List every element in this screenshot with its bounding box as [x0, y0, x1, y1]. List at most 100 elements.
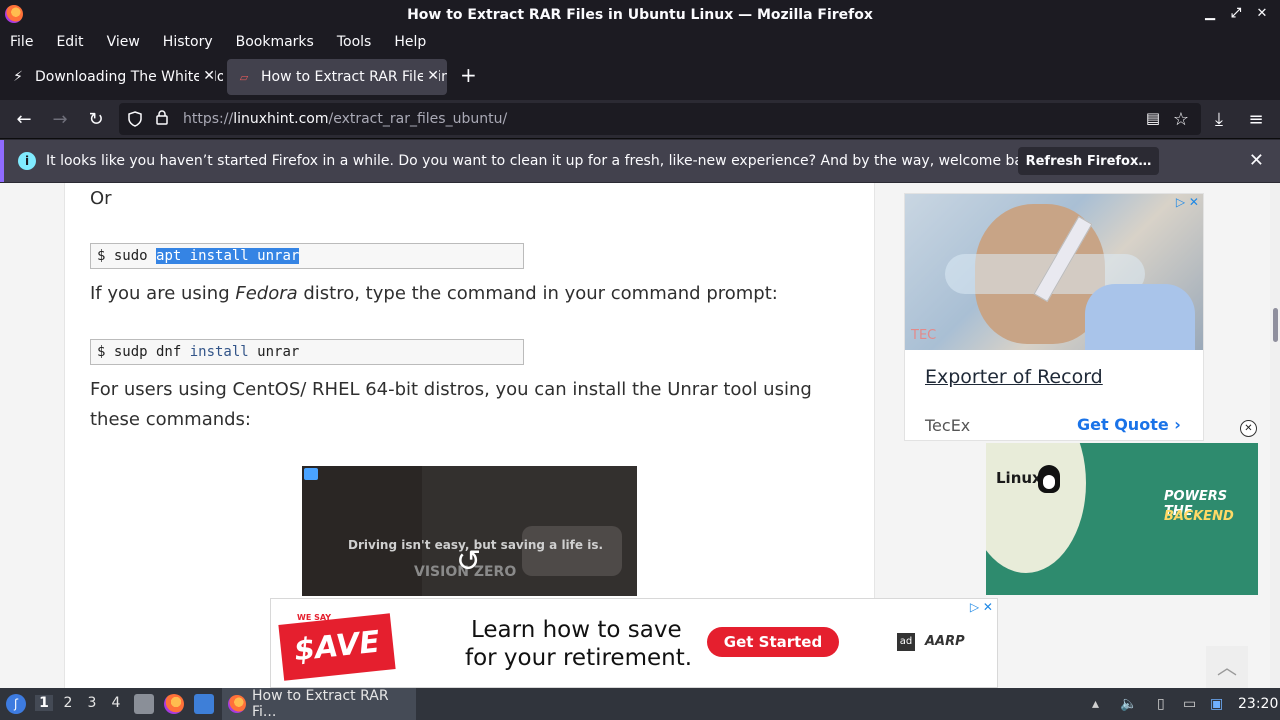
- tux-penguin-icon: [1038, 465, 1060, 493]
- menu-view[interactable]: View: [107, 34, 140, 50]
- reader-view-icon[interactable]: ▤: [1142, 109, 1164, 127]
- fedora-post: distro, type the command in your command…: [297, 283, 778, 304]
- display-icon[interactable]: ▭: [1183, 696, 1196, 712]
- workspace-4[interactable]: 4: [107, 695, 125, 711]
- code-block-apt[interactable]: $ sudo apt install unrar: [90, 243, 524, 269]
- ad-brand: TecEx: [925, 416, 971, 435]
- volume-icon[interactable]: 🔈: [1120, 696, 1137, 712]
- bookmark-star-icon[interactable]: ☆: [1170, 109, 1192, 130]
- menu-edit[interactable]: Edit: [56, 34, 83, 50]
- centos-paragraph-line2: these commands:: [90, 409, 251, 430]
- menu-file[interactable]: File: [10, 34, 33, 50]
- ad-choices-icon[interactable]: [304, 468, 318, 480]
- new-tab-button[interactable]: +: [460, 63, 477, 87]
- url-prefix: https://: [183, 111, 234, 127]
- desktop-taskbar: ʃ 1 2 3 4 How to Extract RAR Fi... ▴ 🔈 ▯…: [0, 688, 1280, 720]
- page-scrollbar[interactable]: [1270, 183, 1280, 688]
- ad-badge: ad: [897, 633, 915, 651]
- menu-help[interactable]: Help: [394, 34, 426, 50]
- ad-close-circle-icon[interactable]: ✕: [1240, 420, 1257, 437]
- menu-history[interactable]: History: [163, 34, 213, 50]
- window-title: How to Extract RAR Files in Ubuntu Linux…: [407, 6, 873, 23]
- hamburger-menu-icon[interactable]: ≡: [1245, 109, 1267, 130]
- lightning-icon: ⚡: [13, 69, 23, 85]
- ad-backend-text: BACKEND: [1164, 509, 1234, 524]
- scrollbar-thumb[interactable]: [1273, 308, 1278, 342]
- clipboard-icon[interactable]: ▯: [1157, 696, 1165, 712]
- network-icon[interactable]: ▣: [1210, 696, 1223, 712]
- lock-icon[interactable]: [155, 109, 171, 129]
- tab-bar: ⚡ Downloading The White House ✕ ▱ How to…: [0, 54, 1280, 100]
- forward-button[interactable]: →: [49, 109, 71, 130]
- ad-photo: TEC: [905, 194, 1203, 350]
- selected-code-text[interactable]: apt install unrar: [156, 248, 300, 264]
- navigation-toolbar: ← → ↻ https://linuxhint.com/extract_rar_…: [0, 100, 1280, 139]
- ad-choices-icon[interactable]: ▷ ✕: [970, 600, 993, 614]
- tab-label: Downloading The White House: [35, 69, 223, 85]
- ad-choices-icon[interactable]: ▷ ✕: [1176, 195, 1199, 209]
- firefox-launcher-icon[interactable]: [164, 694, 184, 714]
- sidebar-ad-linux[interactable]: Linux POWERS THE BACKEND: [986, 443, 1258, 595]
- address-bar[interactable]: https://linuxhint.com/extract_rar_files_…: [119, 103, 1201, 135]
- sidebar-ad-tecex[interactable]: TEC ▷ ✕ Exporter of Record TecEx Get Quo…: [904, 193, 1204, 441]
- downloads-icon[interactable]: ⤓: [1208, 109, 1230, 130]
- close-tab-icon[interactable]: ✕: [199, 68, 215, 84]
- refresh-firefox-notification: i It looks like you haven’t started Fire…: [0, 140, 1280, 182]
- centos-paragraph-line1: For users using CentOS/ RHEL 64-bit dist…: [90, 379, 812, 400]
- fedora-paragraph: If you are using Fedora distro, type the…: [90, 279, 778, 309]
- taskbar-firefox-window[interactable]: How to Extract RAR Fi...: [222, 688, 416, 720]
- menu-bookmarks[interactable]: Bookmarks: [236, 34, 314, 50]
- fedora-emphasis: Fedora: [235, 283, 298, 304]
- replay-icon[interactable]: ↺: [456, 544, 481, 579]
- url-domain: linuxhint.com: [233, 111, 329, 127]
- tray-up-arrow-icon[interactable]: ▴: [1092, 696, 1099, 712]
- window-controls: ▁ ⤢ ✕: [1204, 6, 1268, 21]
- tab-downloading[interactable]: ⚡ Downloading The White House ✕: [5, 59, 223, 95]
- clock: 23:20: [1238, 696, 1279, 712]
- ad-cta-button[interactable]: Get Quote ›: [1077, 415, 1181, 434]
- linuxhint-favicon-icon: ▱: [239, 70, 249, 84]
- get-started-button[interactable]: Get Started: [707, 627, 839, 657]
- terminal-launcher-icon[interactable]: [194, 694, 214, 714]
- back-button[interactable]: ←: [13, 109, 35, 130]
- taskbar-window-label: How to Extract RAR Fi...: [252, 688, 389, 720]
- close-notification-icon[interactable]: ✕: [1249, 150, 1264, 171]
- ad-line-1: Learn how to save: [471, 617, 682, 643]
- ad-photo-glove: [1085, 284, 1195, 350]
- notification-message: It looks like you haven’t started Firefo…: [46, 153, 1045, 169]
- ad-headline[interactable]: Exporter of Record: [925, 366, 1103, 388]
- code-block-dnf[interactable]: $ sudp dnf install unrar: [90, 339, 524, 365]
- workspace-3[interactable]: 3: [83, 695, 101, 711]
- workspace-1[interactable]: 1: [35, 695, 53, 711]
- refresh-firefox-button[interactable]: Refresh Firefox…: [1018, 147, 1159, 175]
- ad-photo-mark: TEC: [911, 328, 937, 343]
- window-titlebar: How to Extract RAR Files in Ubuntu Linux…: [0, 0, 1280, 29]
- code-prompt: $ sudo: [97, 248, 148, 264]
- video-frame-dark: [302, 466, 422, 596]
- maximize-button[interactable]: ⤢: [1230, 6, 1242, 21]
- aarp-logo: AARP: [925, 634, 965, 649]
- scroll-to-top-button[interactable]: ︿: [1206, 646, 1248, 688]
- tracking-protection-shield-icon[interactable]: [127, 111, 143, 127]
- start-menu-icon[interactable]: ʃ: [6, 694, 26, 714]
- info-icon: i: [18, 152, 36, 170]
- reload-button[interactable]: ↻: [85, 109, 107, 130]
- bottom-banner-ad[interactable]: $AVE IT WE SAY Learn how to save for you…: [270, 598, 998, 720]
- menu-tools[interactable]: Tools: [337, 34, 372, 50]
- firefox-logo-icon: [5, 5, 23, 23]
- workspace-2[interactable]: 2: [59, 695, 77, 711]
- close-tab-icon[interactable]: ✕: [423, 68, 439, 84]
- ad-cta-label: Get Quote: [1077, 415, 1169, 434]
- minimize-button[interactable]: ▁: [1204, 6, 1216, 21]
- file-manager-icon[interactable]: [134, 694, 154, 714]
- ad-circle-shape: [986, 443, 1086, 573]
- or-text: Or: [90, 188, 112, 209]
- fedora-pre: If you are using: [90, 283, 236, 304]
- we-say-text: WE SAY: [297, 613, 332, 622]
- tab-extract-rar[interactable]: ▱ How to Extract RAR Files in Ubuntu ✕: [227, 59, 447, 95]
- url-path: /extract_rar_files_ubuntu/: [328, 111, 508, 127]
- menu-bar: File Edit View History Bookmarks Tools H…: [0, 29, 1280, 54]
- code-keyword: install: [189, 344, 249, 360]
- close-window-button[interactable]: ✕: [1256, 6, 1268, 21]
- video-ad-player[interactable]: Driving isn't easy, but saving a life is…: [302, 466, 637, 596]
